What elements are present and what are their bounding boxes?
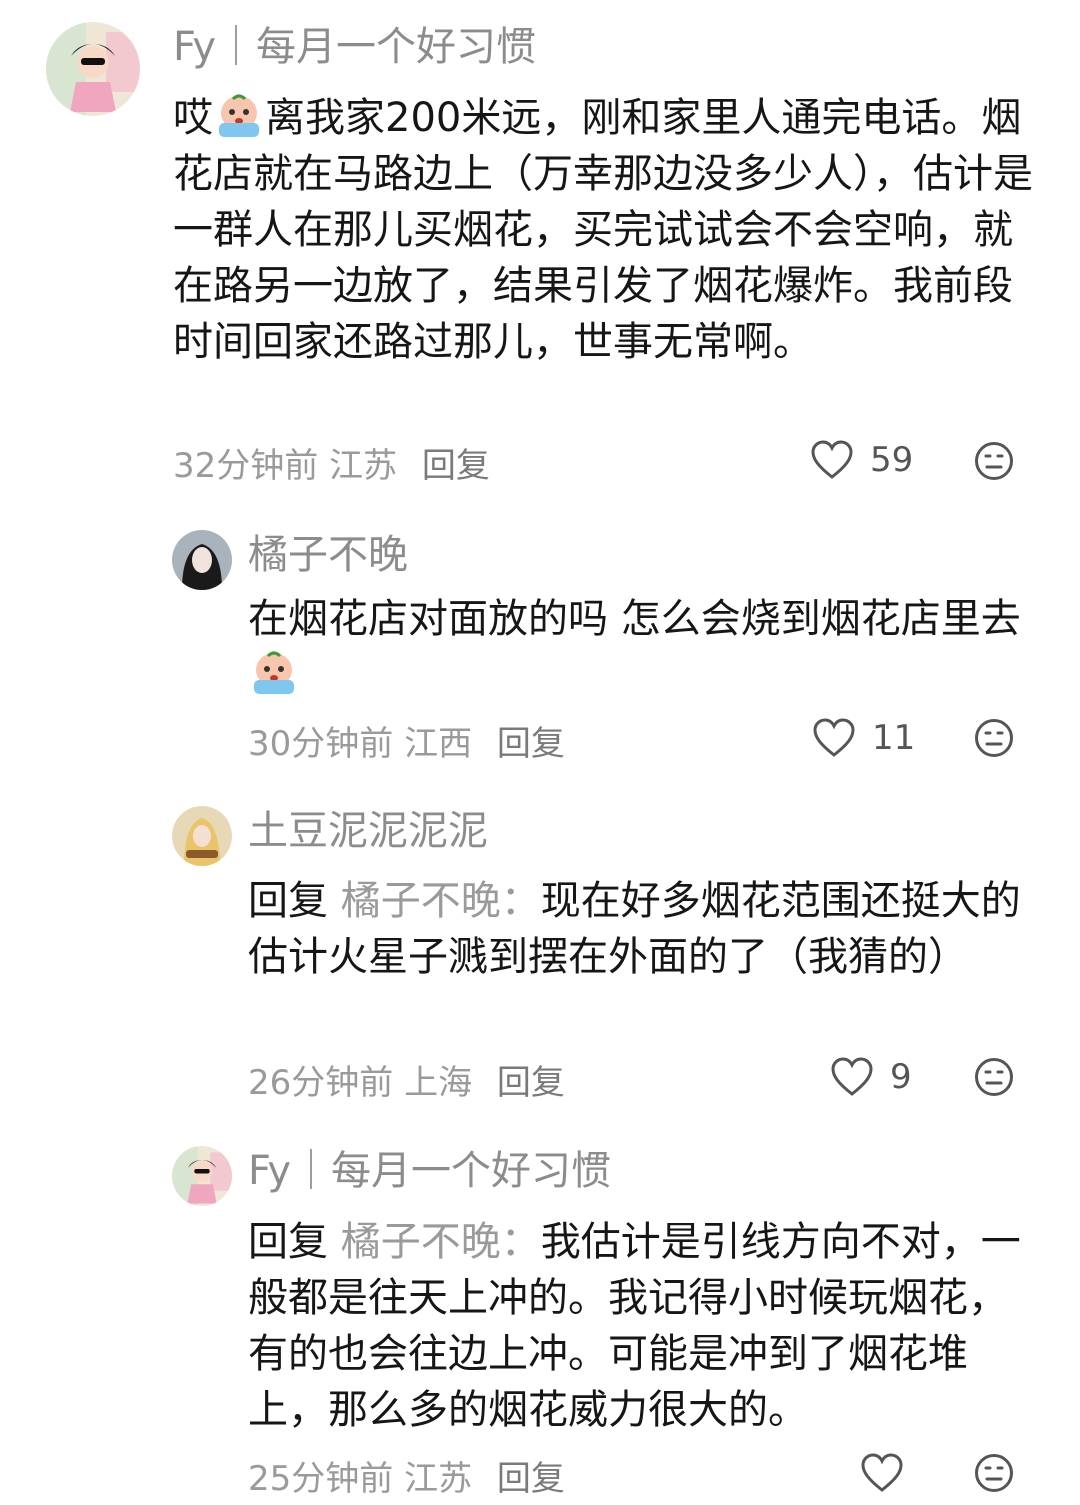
meh-face-icon — [975, 1058, 1013, 1096]
timestamp: 32分钟前 — [173, 446, 319, 486]
comment-meta: 32分钟前 江苏 回复 — [173, 438, 490, 487]
location: 江苏 — [404, 1459, 473, 1499]
reply-target[interactable]: 橘子不晚： — [341, 1219, 541, 1265]
reply-target[interactable]: 橘子不晚： — [341, 878, 541, 924]
meh-face-icon — [975, 719, 1013, 757]
heart-outline-icon — [811, 440, 853, 479]
dislike-button[interactable] — [974, 1057, 1014, 1097]
like-button[interactable]: 11 — [812, 718, 915, 758]
username[interactable]: Fy｜每月一个好习惯 — [173, 22, 536, 72]
reply-prefix: 回复 — [248, 1219, 328, 1265]
avatar-image — [172, 530, 232, 590]
username[interactable]: Fy｜每月一个好习惯 — [248, 1146, 611, 1196]
like-button[interactable]: 9 — [830, 1057, 912, 1097]
comment-text: 在烟花店对面放的吗 怎么会烧到烟花店里去 — [248, 591, 1038, 703]
reply-prefix: 回复 — [248, 878, 328, 924]
like-count: 59 — [870, 440, 914, 480]
username[interactable]: 橘子不晚 — [248, 530, 408, 580]
like-button[interactable] — [860, 1453, 904, 1493]
like-count: 9 — [890, 1057, 912, 1097]
comment-text: 回复 橘子不晚：现在好多烟花范围还挺大的 估计火星子溅到摆在外面的了（我猜的） — [248, 878, 1021, 980]
avatar-image — [46, 22, 140, 116]
location: 上海 — [404, 1063, 473, 1103]
timestamp: 30分钟前 — [248, 724, 394, 764]
avatar-tudouni[interactable] — [172, 806, 232, 866]
dislike-button[interactable] — [974, 441, 1014, 481]
avatar-juzi[interactable] — [172, 530, 232, 590]
like-count: 11 — [872, 718, 916, 758]
comment-meta: 26分钟前 上海 回复 — [248, 1055, 565, 1104]
reply-button[interactable]: 回复 — [497, 1459, 565, 1499]
reply-button[interactable]: 回复 — [497, 1063, 565, 1103]
avatar-fy[interactable] — [172, 1146, 232, 1206]
heart-outline-icon — [813, 718, 855, 757]
avatar-image — [172, 806, 232, 866]
username[interactable]: 土豆泥泥泥泥 — [248, 806, 488, 856]
dislike-button[interactable] — [974, 718, 1014, 758]
timestamp: 26分钟前 — [248, 1063, 394, 1103]
timestamp: 25分钟前 — [248, 1459, 394, 1499]
comment-text: 回复 橘子不晚：我估计是引线方向不对，一般都是往天上冲的。我记得小时候玩烟花，有… — [248, 1219, 1021, 1433]
reply-button[interactable]: 回复 — [422, 446, 490, 486]
avatar-fy[interactable] — [46, 22, 140, 116]
heart-outline-icon — [831, 1057, 873, 1096]
avatar-image — [172, 1146, 232, 1206]
meh-face-icon — [975, 1454, 1013, 1492]
meh-face-icon — [975, 442, 1013, 480]
crying-emoji-icon — [250, 650, 298, 696]
location: 江西 — [404, 724, 473, 764]
comment-meta: 25分钟前 江苏 回复 — [248, 1451, 565, 1500]
comment-text: 哎离我家200米远，刚和家里人通完电话。烟花店就在马路边上（万幸那边没多少人），… — [173, 93, 1033, 365]
like-button[interactable]: 59 — [810, 440, 913, 480]
crying-emoji-icon — [215, 93, 263, 139]
dislike-button[interactable] — [974, 1453, 1014, 1493]
location: 江苏 — [329, 446, 398, 486]
reply-button[interactable]: 回复 — [497, 724, 565, 764]
comment-meta: 30分钟前 江西 回复 — [248, 716, 565, 765]
heart-outline-icon — [861, 1453, 903, 1492]
